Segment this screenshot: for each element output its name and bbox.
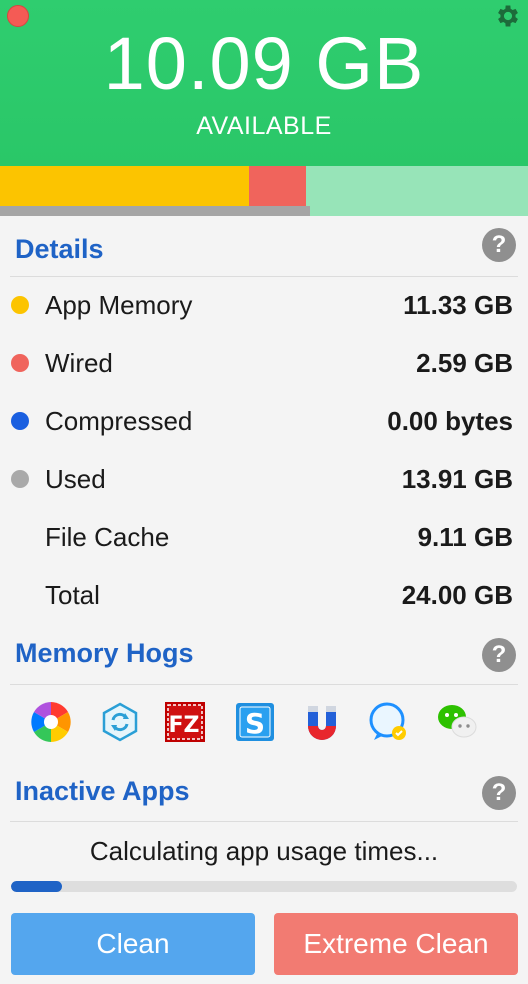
memory-hogs-divider — [10, 684, 518, 685]
wired-segment — [249, 166, 306, 206]
available-label: AVAILABLE — [196, 112, 332, 140]
inactive-apps-progress-bar — [11, 881, 517, 892]
extreme-clean-button[interactable]: Extreme Clean — [274, 913, 518, 975]
s-app-icon[interactable]: S — [233, 700, 277, 744]
memory-hogs-title: Memory Hogs — [15, 638, 194, 668]
memory-hogs-help-button[interactable]: ? — [482, 638, 516, 672]
details-divider — [10, 276, 518, 277]
rainbow-pinwheel-icon[interactable] — [29, 700, 73, 744]
memory-usage-bar — [0, 166, 528, 206]
details-title: Details — [15, 234, 104, 264]
detail-value: 0.00 bytes — [387, 406, 513, 436]
memory-hogs-list: FZ S — [0, 700, 528, 748]
detail-label: File Cache — [45, 522, 170, 552]
available-memory-value: 10.09 GB — [103, 22, 425, 105]
magnet-icon[interactable] — [300, 700, 344, 744]
detail-row: Compressed 0.00 bytes — [0, 400, 528, 440]
app-memory-segment — [0, 166, 249, 206]
free-underline — [310, 206, 528, 216]
detail-value: 9.11 GB — [417, 522, 513, 552]
detail-label: Total — [45, 580, 100, 610]
progress-fill — [11, 881, 62, 892]
chat-bubble-icon[interactable] — [366, 700, 410, 744]
detail-label: Used — [45, 464, 106, 494]
detail-row: Used 13.91 GB — [0, 458, 528, 498]
sync-cube-icon[interactable] — [98, 700, 142, 744]
detail-value: 24.00 GB — [401, 580, 513, 610]
legend-dot — [11, 412, 29, 430]
detail-row: Wired 2.59 GB — [0, 342, 528, 382]
svg-text:S: S — [245, 707, 265, 740]
svg-text:FZ: FZ — [169, 713, 200, 738]
calculating-status: Calculating app usage times... — [89, 836, 439, 866]
legend-dot — [11, 470, 29, 488]
detail-value: 13.91 GB — [401, 464, 513, 494]
available-header: 10.09 GB AVAILABLE — [0, 0, 528, 166]
details-help-button[interactable]: ? — [482, 228, 516, 262]
inactive-apps-title: Inactive Apps — [15, 776, 190, 806]
detail-value: 2.59 GB — [416, 348, 513, 378]
detail-row: File Cache 9.11 GB — [0, 516, 528, 556]
clean-button[interactable]: Clean — [11, 913, 255, 975]
legend-dot — [11, 354, 29, 372]
inactive-apps-divider — [10, 821, 518, 822]
detail-label: App Memory — [45, 290, 193, 320]
filezilla-icon[interactable]: FZ — [163, 700, 207, 744]
detail-label: Compressed — [45, 406, 193, 436]
detail-value: 11.33 GB — [403, 290, 513, 320]
detail-label: Wired — [45, 348, 113, 378]
detail-row: Total 24.00 GB — [0, 574, 528, 614]
legend-dot — [11, 296, 29, 314]
wechat-icon[interactable] — [435, 700, 479, 744]
detail-row: App Memory 11.33 GB — [0, 284, 528, 324]
used-underline — [0, 206, 310, 216]
inactive-apps-help-button[interactable]: ? — [482, 776, 516, 810]
